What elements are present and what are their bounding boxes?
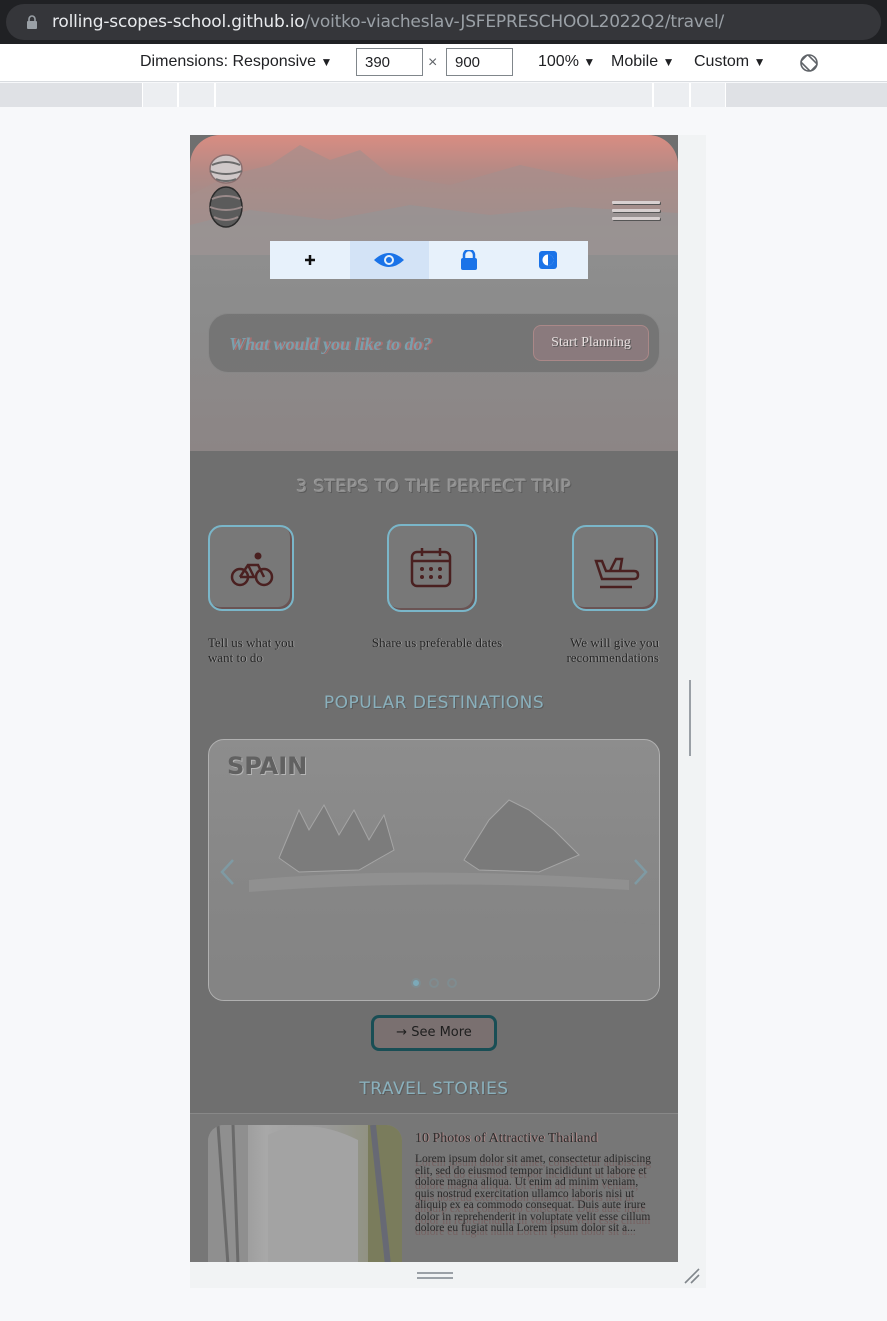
story-image[interactable]	[208, 1125, 402, 1262]
chevron-down-icon: ▼	[583, 55, 596, 69]
see-more-button[interactable]: → See More	[371, 1015, 497, 1051]
step-text-recommendations: We will give you recommendations	[566, 635, 659, 665]
arrow-right-icon[interactable]	[633, 858, 649, 886]
plus-button[interactable]	[270, 241, 350, 279]
ruler-segment[interactable]	[142, 83, 178, 107]
times-sign: ×	[428, 54, 438, 71]
url-path: /voitko-viacheslav-JSFEPRESCHOOL2022Q2/t…	[304, 12, 725, 32]
eye-button[interactable]	[349, 241, 429, 279]
step-card-activity[interactable]	[208, 525, 294, 611]
resize-handle-bottom[interactable]	[417, 1272, 453, 1280]
lock-icon[interactable]	[26, 15, 38, 29]
start-planning-button[interactable]: Start Planning	[533, 325, 649, 361]
globe-logo-icon[interactable]	[206, 153, 250, 231]
step-text-activity: Tell us what you want to do	[208, 635, 295, 665]
story-title[interactable]: 10 Photos of Attractive Thailand	[415, 1131, 598, 1147]
slider-dot[interactable]	[429, 978, 439, 988]
accessibility-toolbar	[270, 241, 588, 279]
resize-handle-right[interactable]	[689, 680, 697, 756]
story-photo	[208, 1125, 402, 1262]
step-card-dates[interactable]	[387, 524, 477, 612]
address-bar[interactable]: rolling-scopes-school.github.io/voitko-v…	[6, 4, 881, 40]
calendar-icon	[410, 548, 452, 588]
step-text-dates: Share us preferable dates	[371, 635, 503, 650]
mountain-image	[190, 145, 678, 255]
width-input[interactable]	[356, 48, 423, 76]
zoom-dropdown[interactable]: 100% ▼	[538, 53, 595, 71]
chevron-down-icon: ▼	[662, 55, 675, 69]
arrow-left-icon[interactable]	[219, 858, 235, 886]
ruler-segment[interactable]	[178, 83, 215, 107]
chevron-down-icon: ▼	[320, 55, 333, 69]
padlock-icon	[460, 250, 477, 270]
device-frame: What would you like to do? Start Plannin…	[190, 135, 706, 1288]
lock-button[interactable]	[429, 241, 509, 279]
ruler-segment[interactable]	[653, 83, 690, 107]
contrast-icon	[539, 251, 558, 269]
device-type-dropdown[interactable]: Mobile ▼	[611, 53, 674, 71]
device-toolbar: Dimensions: Responsive ▼ × 100% ▼ Mobile…	[0, 44, 887, 82]
destinations-title: POPULAR DESTINATIONS	[323, 693, 545, 713]
stories-title: TRAVEL STORIES	[359, 1079, 509, 1099]
media-query-ruler	[0, 83, 887, 107]
url-host: rolling-scopes-school.github.io	[52, 12, 305, 32]
step-card-recommendations[interactable]	[572, 525, 658, 611]
ruler-segment[interactable]	[215, 83, 653, 107]
zoom-label: 100%	[538, 53, 579, 70]
throttle-label: Custom	[694, 53, 750, 70]
throttle-dropdown[interactable]: Custom ▼	[694, 53, 765, 71]
dimensions-label: Dimensions: Responsive	[140, 53, 317, 70]
slider-dot[interactable]	[411, 978, 421, 988]
ruler-segment[interactable]	[690, 83, 726, 107]
search-input[interactable]: What would you like to do?	[229, 334, 432, 355]
destination-slider[interactable]: SPAIN	[208, 739, 660, 1001]
rotate-icon[interactable]	[798, 52, 820, 74]
chevron-down-icon: ▼	[753, 55, 766, 69]
url-text[interactable]: rolling-scopes-school.github.io/voitko-v…	[52, 12, 724, 32]
resize-corner-icon[interactable]	[683, 1267, 701, 1285]
plus-icon	[304, 255, 315, 265]
hamburger-menu-icon[interactable]	[612, 201, 660, 223]
steps-title: 3 STEPS TO THE PERFECT TRIP	[296, 477, 572, 497]
device-type-label: Mobile	[611, 53, 659, 70]
bicycle-icon	[230, 552, 274, 587]
slider-dot[interactable]	[447, 978, 457, 988]
story-text: Lorem ipsum dolor sit amet, consectetur …	[415, 1154, 652, 1234]
contrast-button[interactable]	[509, 241, 589, 279]
airplane-icon	[594, 557, 640, 589]
hero-section: What would you like to do? Start Plannin…	[190, 135, 678, 451]
height-input[interactable]	[446, 48, 513, 76]
destination-name: SPAIN	[227, 752, 308, 780]
eye-icon	[374, 253, 405, 267]
page-viewport[interactable]: What would you like to do? Start Plannin…	[190, 135, 678, 1262]
browser-url-bar: rolling-scopes-school.github.io/voitko-v…	[0, 0, 887, 44]
dimensions-dropdown[interactable]: Dimensions: Responsive ▼	[140, 53, 332, 71]
planning-search-box: What would you like to do? Start Plannin…	[208, 313, 660, 373]
